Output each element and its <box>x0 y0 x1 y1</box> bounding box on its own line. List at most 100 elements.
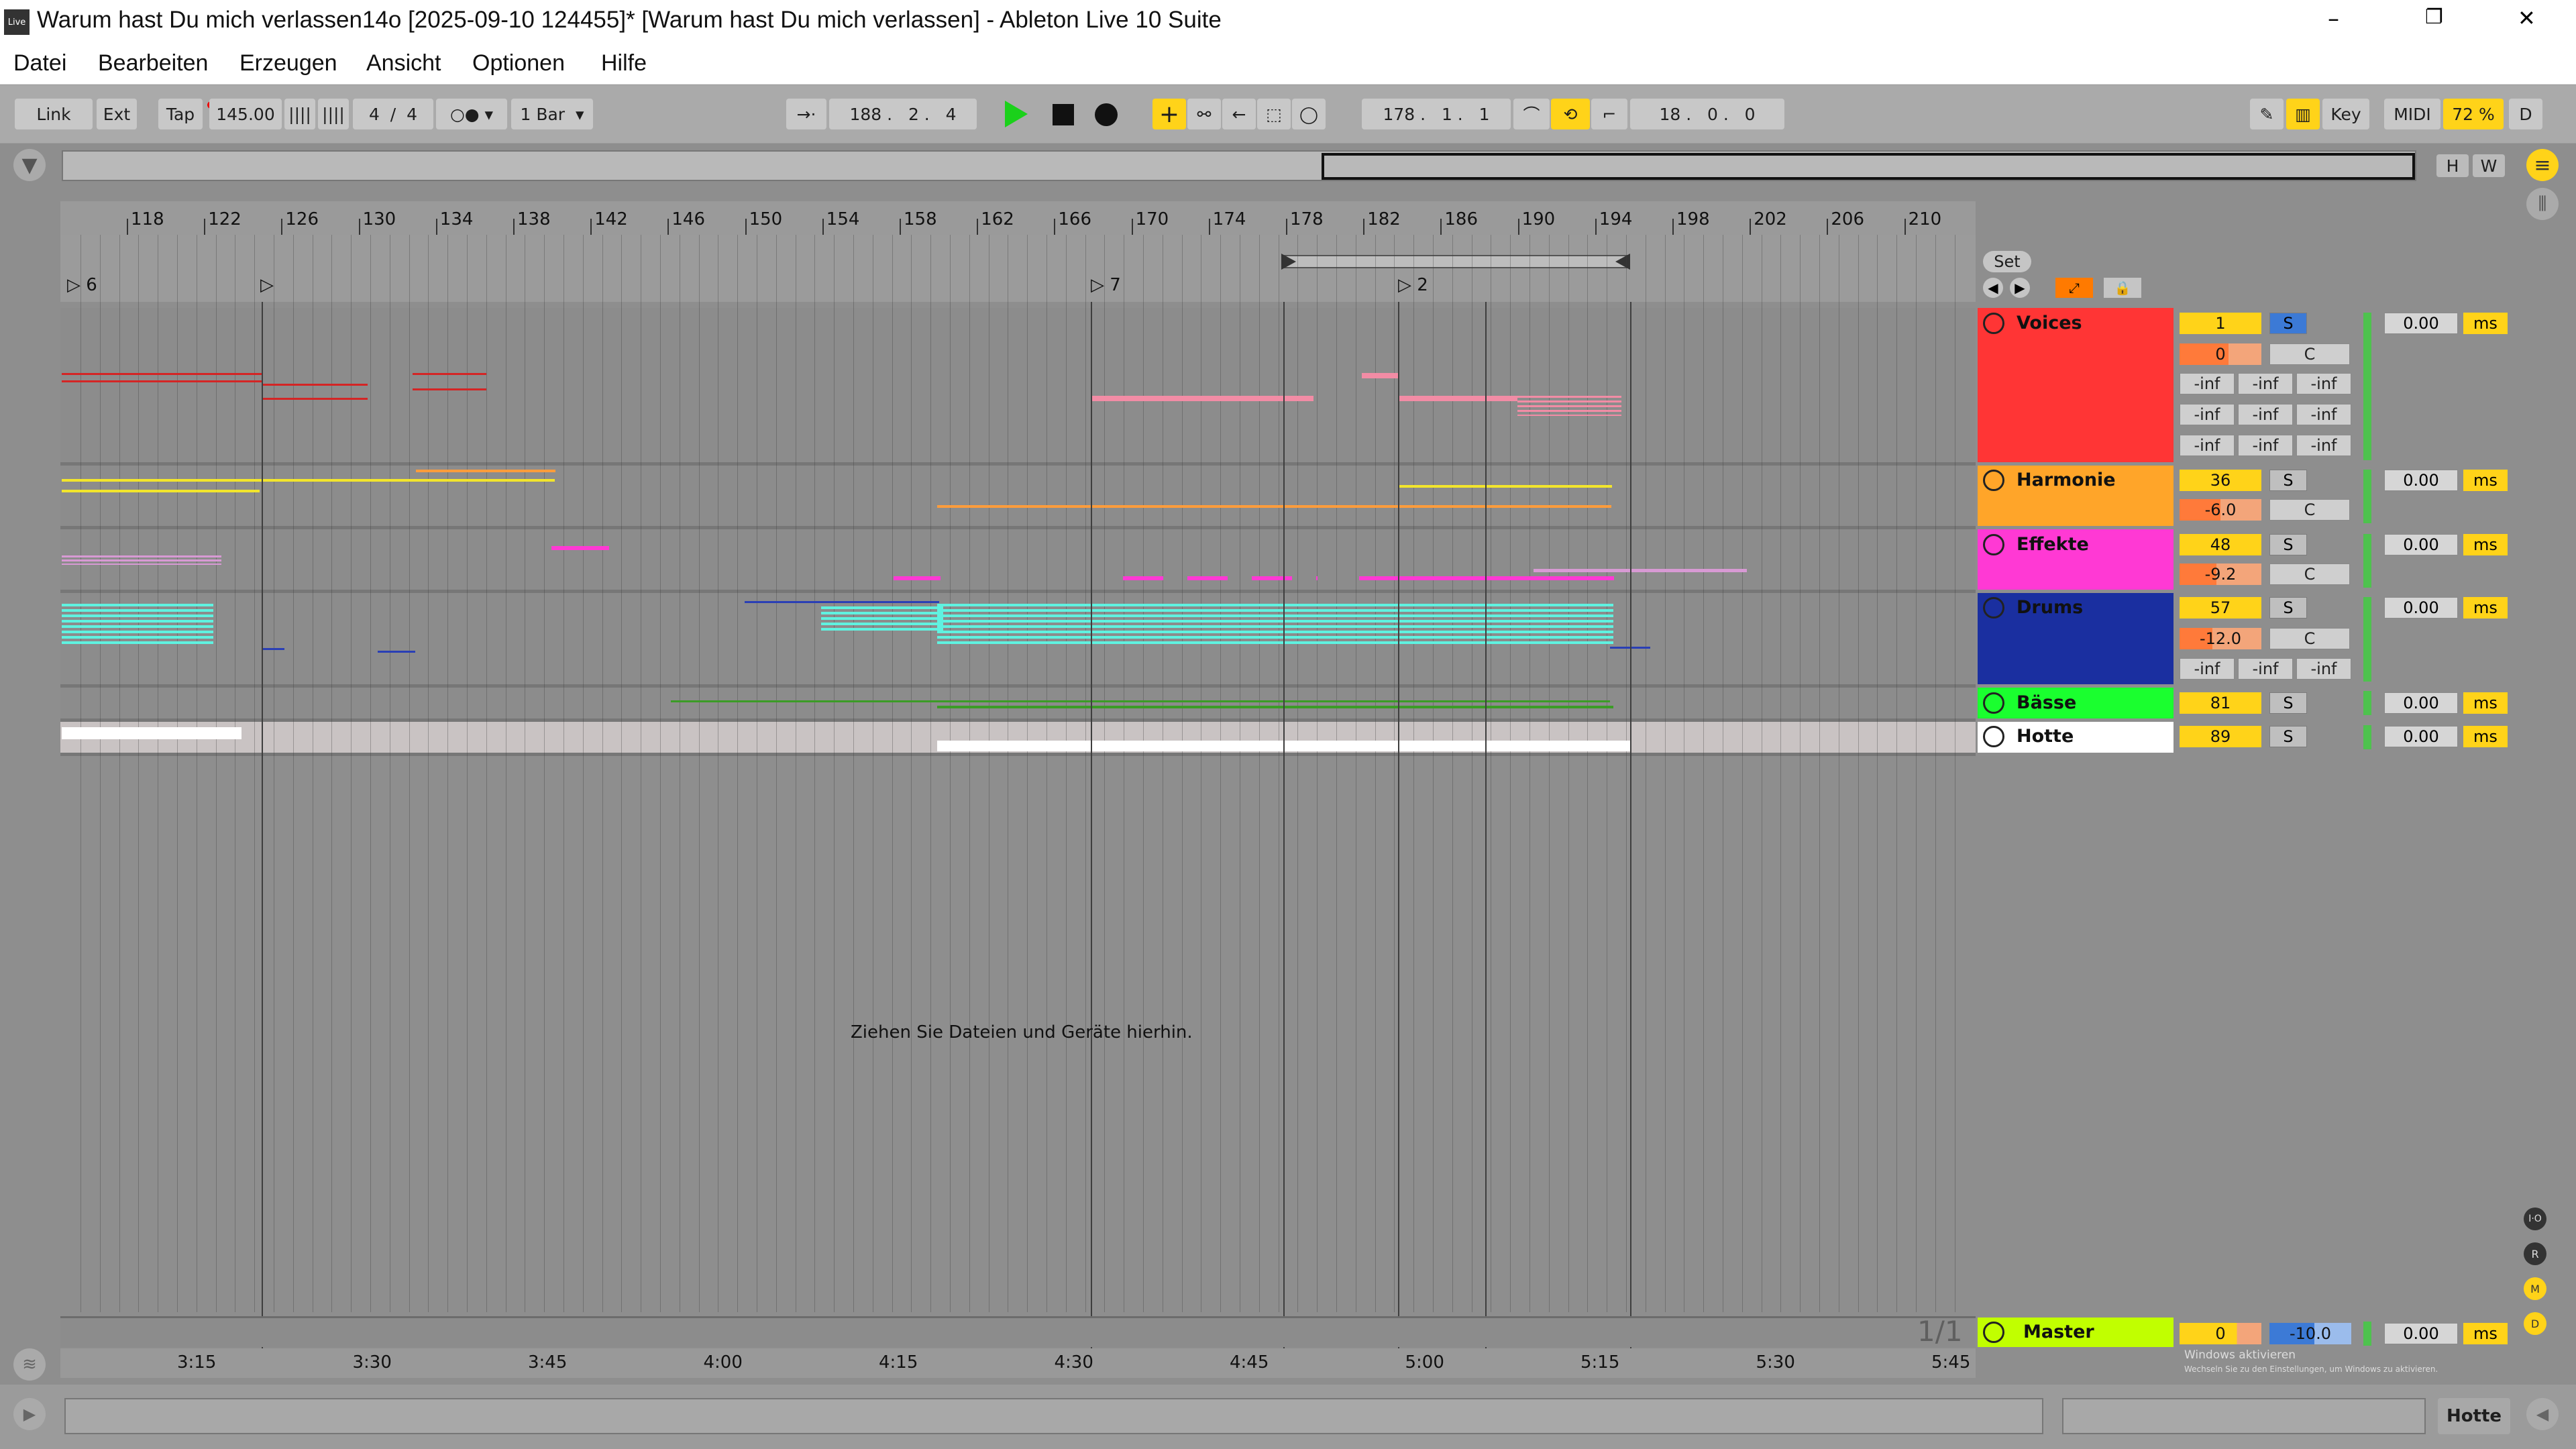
follow-icon[interactable]: →· <box>786 99 826 129</box>
harmonie-clip-notes[interactable] <box>937 505 1611 508</box>
track-delay-master[interactable]: 0.00 <box>2384 1323 2458 1344</box>
send-drums-1[interactable]: -inf <box>2238 658 2293 680</box>
loop-start-marker-icon[interactable] <box>1281 254 1296 270</box>
delay-unit-harmonie[interactable]: ms <box>2463 470 2508 491</box>
menu-bearbeiten[interactable]: Bearbeiten <box>98 50 208 76</box>
drums-clip-notes[interactable] <box>378 651 415 653</box>
track-volume-drums[interactable]: 57 <box>2180 597 2261 619</box>
effekte-clip-notes[interactable] <box>1123 576 1318 580</box>
loop-switch-icon[interactable]: ⟲ <box>1551 99 1590 129</box>
detail-view-toggle-icon[interactable]: ◀ <box>2526 1398 2559 1430</box>
track-delay-harmonie[interactable]: 0.00 <box>2384 470 2458 491</box>
delay-unit-master[interactable]: ms <box>2463 1323 2508 1344</box>
pan-center-effekte[interactable]: C <box>2269 564 2350 585</box>
master-value[interactable]: 0 <box>2180 1323 2261 1344</box>
previous-locator-icon[interactable]: ◀ <box>1983 278 2003 298</box>
master-volume[interactable]: -10.0 <box>2269 1323 2351 1344</box>
solo-button-drums[interactable]: S <box>2269 597 2307 619</box>
punch-in-icon[interactable]: ⌒ <box>1513 99 1550 129</box>
track-volume-hotte[interactable]: 89 <box>2180 726 2261 747</box>
automation-arm-icon[interactable]: ⚯ <box>1187 99 1221 129</box>
voices-clip-notes[interactable] <box>1092 396 1313 401</box>
track-delay-drums[interactable]: 0.00 <box>2384 597 2458 619</box>
voices-clip-notes[interactable] <box>263 384 368 400</box>
track-lane-effekte[interactable] <box>60 529 1976 590</box>
browser-toggle-icon[interactable]: ▼ <box>13 149 46 181</box>
groove-pool-icon[interactable]: ≋ <box>13 1348 46 1381</box>
arrangement-view-icon[interactable]: ≡ <box>2526 149 2559 181</box>
overview-visible-range[interactable] <box>1322 153 2415 180</box>
track-volume-baesse[interactable]: 81 <box>2180 692 2261 714</box>
send-drums-0[interactable]: -inf <box>2180 658 2235 680</box>
minimize-button[interactable]: – <box>2328 5 2339 32</box>
delay-toggle-icon[interactable]: D <box>2524 1312 2546 1335</box>
track-delay-effekte[interactable]: 0.00 <box>2384 534 2458 555</box>
delay-unit-baesse[interactable]: ms <box>2463 692 2508 714</box>
link-button[interactable]: Link <box>15 99 93 129</box>
menu-optionen[interactable]: Optionen <box>472 50 565 76</box>
solo-button-hotte[interactable]: S <box>2269 726 2307 747</box>
info-view-toggle-icon[interactable]: ▶ <box>13 1398 46 1430</box>
expand-tracks-icon[interactable]: ⤢ <box>2055 278 2093 298</box>
track-volume-effekte[interactable]: 48 <box>2180 534 2261 555</box>
quantization-select[interactable]: 1 Bar ▾ <box>511 99 593 129</box>
menu-datei[interactable]: Datei <box>13 50 66 76</box>
drums-clip-notes[interactable] <box>263 648 284 650</box>
delay-unit-voices[interactable]: ms <box>2463 313 2508 334</box>
harmonie-clip-notes[interactable] <box>62 479 555 482</box>
harmonie-clip-notes[interactable] <box>1399 485 1612 488</box>
track-lane-harmonie[interactable] <box>60 466 1976 526</box>
play-icon[interactable] <box>1005 101 1028 127</box>
song-position-field[interactable]: 188 . 2 . 4 <box>829 99 977 129</box>
draw-mode-icon[interactable]: ✎ <box>2250 99 2284 129</box>
track-delay-baesse[interactable]: 0.00 <box>2384 692 2458 714</box>
track-delay-hotte[interactable]: 0.00 <box>2384 726 2458 747</box>
drums-clip-notes[interactable] <box>62 604 213 647</box>
locator-6[interactable]: ▷ 6 <box>67 275 97 295</box>
pan-center-drums[interactable]: C <box>2269 628 2350 649</box>
session-view-icon[interactable]: ⦀ <box>2526 188 2559 220</box>
send-voices-0[interactable]: -inf <box>2180 373 2235 394</box>
tap-tempo-button[interactable]: Tap <box>158 99 203 129</box>
track-delay-voices[interactable]: 0.00 <box>2384 313 2458 334</box>
nudge-up-icon[interactable]: |||| <box>318 99 349 129</box>
delay-unit-drums[interactable]: ms <box>2463 597 2508 619</box>
io-toggle-icon[interactable]: I·O <box>2524 1208 2546 1230</box>
track-pan-harmonie[interactable]: -6.0 <box>2180 499 2261 521</box>
track-fold-icon[interactable] <box>1983 534 2004 555</box>
send-voices-8[interactable]: -inf <box>2296 435 2351 456</box>
solo-button-effekte[interactable]: S <box>2269 534 2307 555</box>
send-voices-6[interactable]: -inf <box>2180 435 2235 456</box>
delay-unit-hotte[interactable]: ms <box>2463 726 2508 747</box>
send-voices-3[interactable]: -inf <box>2180 404 2235 425</box>
master-lane[interactable] <box>60 1316 1976 1347</box>
returns-toggle-icon[interactable]: R <box>2524 1242 2546 1265</box>
mixer-toggle-icon[interactable]: M <box>2524 1277 2546 1300</box>
time-ruler[interactable] <box>60 1348 1976 1378</box>
pan-center-voices[interactable]: C <box>2269 343 2350 365</box>
voices-clip-notes[interactable] <box>1362 373 1399 378</box>
time-signature-field[interactable]: 4 / 4 <box>353 99 433 129</box>
menu-ansicht[interactable]: Ansicht <box>366 50 441 76</box>
record-icon[interactable] <box>1095 103 1118 126</box>
set-locator-button[interactable]: Set <box>1983 251 2031 272</box>
track-fold-icon[interactable] <box>1983 597 2004 619</box>
track-volume-harmonie[interactable]: 36 <box>2180 470 2261 491</box>
voices-clip-notes[interactable] <box>413 373 486 390</box>
locator-unnamed[interactable]: ▷ <box>260 275 274 295</box>
close-button[interactable]: ✕ <box>2518 5 2536 31</box>
track-lane-baesse[interactable] <box>60 688 1976 718</box>
optimize-width-button[interactable]: W <box>2473 154 2505 177</box>
send-voices-2[interactable]: -inf <box>2296 373 2351 394</box>
send-drums-2[interactable]: -inf <box>2296 658 2351 680</box>
locator-7[interactable]: ▷ 7 <box>1091 275 1121 295</box>
voices-clip-notes[interactable] <box>1399 396 1517 401</box>
track-volume-voices[interactable]: 1 <box>2180 313 2261 334</box>
computer-keyboard-icon[interactable]: ▥ <box>2286 99 2320 129</box>
send-voices-1[interactable]: -inf <box>2238 373 2293 394</box>
send-voices-4[interactable]: -inf <box>2238 404 2293 425</box>
baesse-clip-notes[interactable] <box>937 706 1613 708</box>
track-fold-icon[interactable] <box>1983 692 2004 714</box>
restore-button[interactable]: ❐ <box>2425 5 2443 29</box>
solo-button-voices[interactable]: S <box>2269 313 2307 334</box>
